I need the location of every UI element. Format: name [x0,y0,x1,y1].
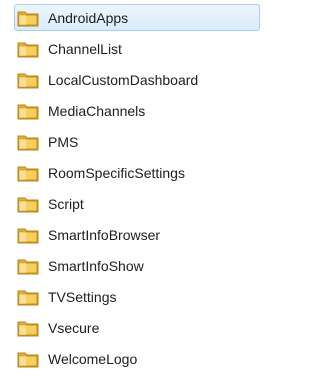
folder-item-welcomelogo[interactable]: WelcomeLogo [14,345,260,372]
folder-icon [17,135,39,150]
folder-icon [17,352,39,367]
folder-item-label: AndroidApps [48,9,129,26]
folder-icon [17,166,39,181]
folder-item-smartinfobrowser[interactable]: SmartInfoBrowser [14,221,260,248]
folder-item-mediachannels[interactable]: MediaChannels [14,97,260,124]
folder-icon [17,104,39,119]
folder-item-label: LocalCustomDashboard [48,71,199,88]
folder-item-label: Script [48,195,84,212]
folder-list: AndroidApps ChannelList LocalCustomDashb… [0,0,279,387]
folder-item-tvsettings[interactable]: TVSettings [14,283,260,310]
folder-item-roomspecificsettings[interactable]: RoomSpecificSettings [14,159,260,186]
folder-item-label: WelcomeLogo [48,350,138,367]
folder-item-smartinfoshow[interactable]: SmartInfoShow [14,252,260,279]
folder-item-label: MediaChannels [48,102,146,119]
folder-item-pms[interactable]: PMS [14,128,260,155]
folder-icon [17,290,39,305]
folder-item-label: PMS [48,133,79,150]
folder-icon [17,321,39,336]
folder-item-label: Vsecure [48,319,100,336]
folder-item-label: SmartInfoBrowser [48,226,161,243]
folder-item-label: TVSettings [48,288,117,305]
folder-icon [17,259,39,274]
folder-item-androidapps[interactable]: AndroidApps [14,4,260,31]
folder-icon [17,73,39,88]
folder-icon [17,42,39,57]
folder-item-label: SmartInfoShow [48,257,144,274]
folder-icon [17,197,39,212]
folder-icon [17,11,39,26]
folder-item-script[interactable]: Script [14,190,260,217]
folder-icon [17,228,39,243]
folder-item-label: RoomSpecificSettings [48,164,185,181]
folder-item-vsecure[interactable]: Vsecure [14,314,260,341]
folder-item-label: ChannelList [48,40,122,57]
folder-item-localcustomdashboard[interactable]: LocalCustomDashboard [14,66,260,93]
folder-item-channellist[interactable]: ChannelList [14,35,260,62]
